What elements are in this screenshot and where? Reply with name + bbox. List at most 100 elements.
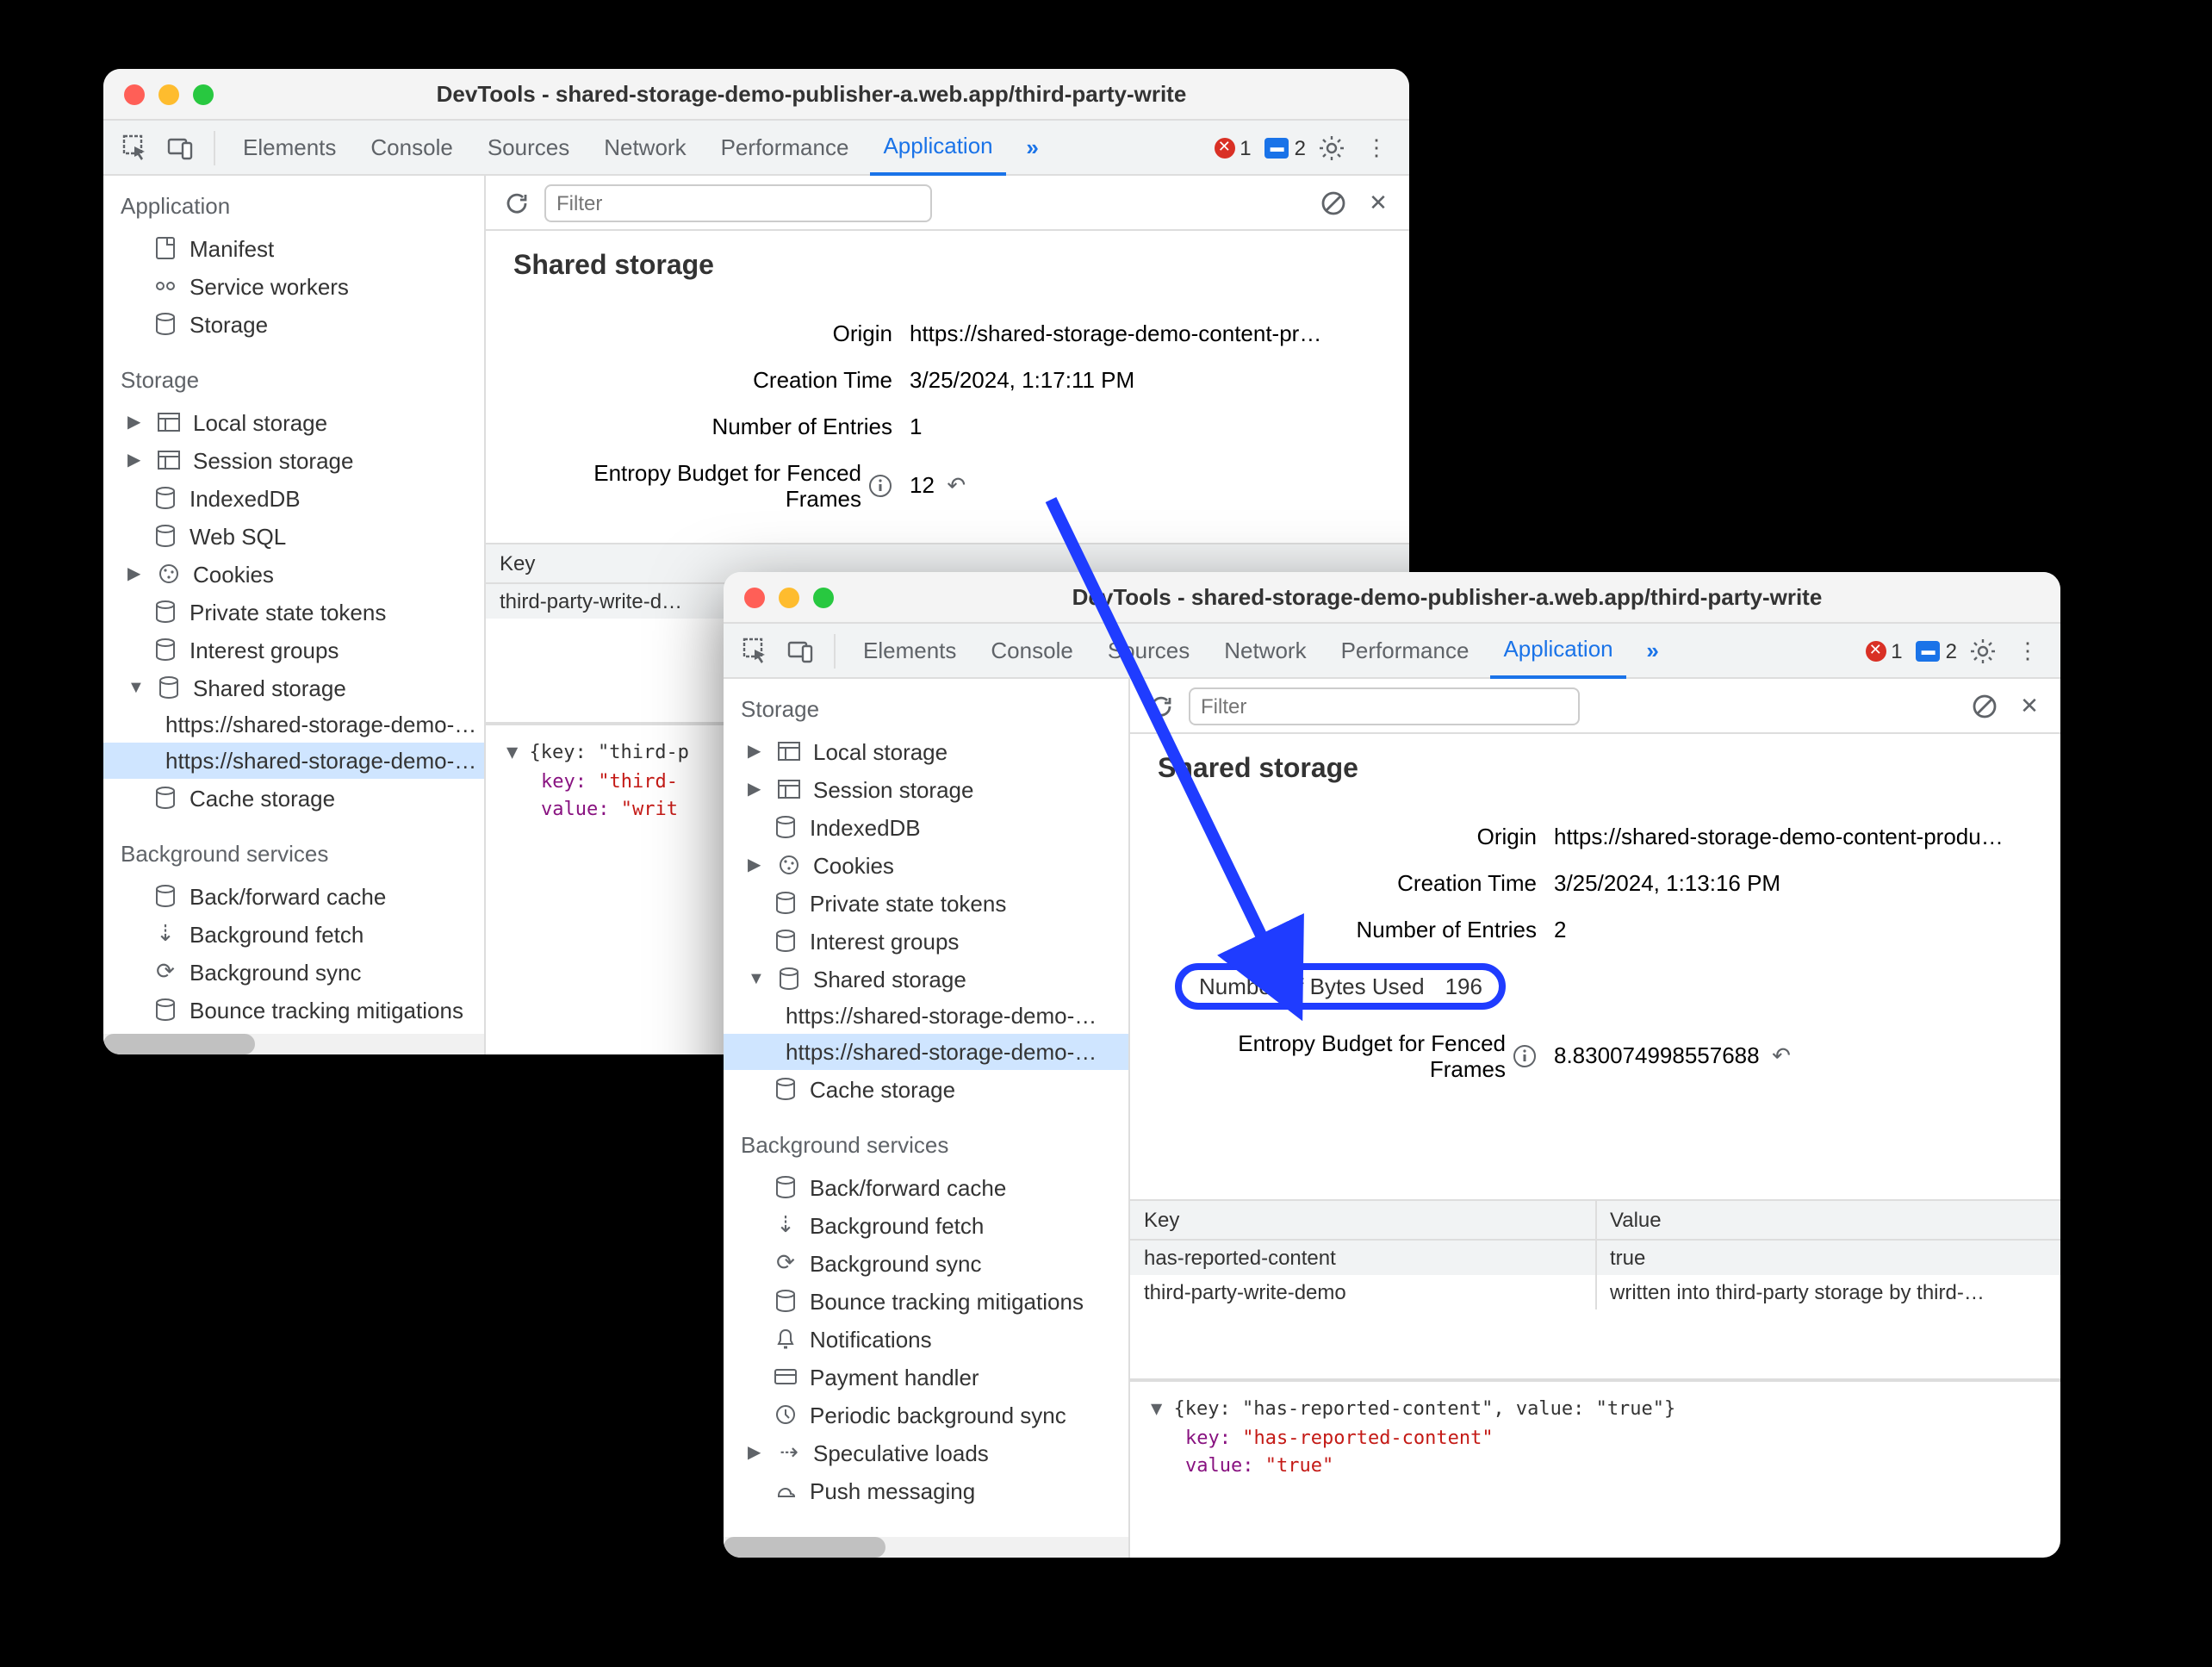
label-origin: Origin [1158, 824, 1537, 849]
sidebar-item-payment-handler[interactable]: Payment handler [724, 1358, 1128, 1396]
gear-icon[interactable] [1313, 128, 1351, 166]
table-row[interactable]: has-reported-contenttrue [1130, 1241, 2060, 1275]
tab-application[interactable]: Application [869, 120, 1006, 175]
message-badge[interactable]: ▬2 [1265, 135, 1306, 159]
info-icon[interactable] [1513, 1044, 1537, 1068]
sidebar-item-indexeddb[interactable]: IndexedDB [724, 808, 1128, 846]
close-button[interactable] [124, 84, 145, 104]
section-background-services: Background services [724, 1122, 1128, 1168]
sidebar-item-private-state-tokens[interactable]: Private state tokens [103, 593, 484, 631]
sidebar-item-bounce-tracking[interactable]: Bounce tracking mitigations [103, 991, 484, 1029]
message-badge[interactable]: ▬2 [1917, 638, 1957, 662]
gear-icon[interactable] [1964, 631, 2002, 669]
sidebar-item-shared-storage[interactable]: ▼Shared storage [724, 960, 1128, 998]
device-icon[interactable] [162, 128, 200, 166]
sidebar-item-local-storage[interactable]: ▶Local storage [103, 403, 484, 441]
devtools-window-b: DevTools - shared-storage-demo-publisher… [724, 572, 2060, 1558]
device-icon[interactable] [782, 631, 820, 669]
console-preview: ▼ ▼ {key: "has-reported-content", value:… [1130, 1380, 2060, 1495]
table-row[interactable]: third-party-write-demowritten into third… [1130, 1275, 2060, 1309]
value-creation: 3/25/2024, 1:17:11 PM [910, 367, 1382, 393]
sidebar-item-cookies[interactable]: ▶Cookies [724, 846, 1128, 884]
value-entries: 2 [1554, 917, 2033, 942]
sidebar-item-websql[interactable]: Web SQL [103, 517, 484, 555]
tab-console[interactable]: Console [357, 120, 466, 175]
col-value[interactable]: Value [1596, 1201, 2060, 1239]
error-badge[interactable]: ✕1 [1214, 135, 1251, 159]
sidebar-item-cache-storage[interactable]: Cache storage [724, 1070, 1128, 1108]
sidebar-item-back-forward-cache[interactable]: Back/forward cache [724, 1168, 1128, 1206]
sidebar-item-background-fetch[interactable]: ⇣Background fetch [724, 1206, 1128, 1244]
error-badge[interactable]: ✕1 [1865, 638, 1902, 662]
tab-elements[interactable]: Elements [229, 120, 350, 175]
label-bytes: Number of Bytes Used [1199, 973, 1425, 999]
undo-icon[interactable]: ↶ [947, 472, 966, 498]
scrollbar[interactable] [103, 1034, 484, 1054]
sidebar-item-cache-storage[interactable]: Cache storage [103, 779, 484, 817]
filter-input[interactable] [544, 183, 932, 221]
sidebar-item-background-sync[interactable]: ⟳Background sync [103, 953, 484, 991]
tab-performance[interactable]: Performance [707, 120, 863, 175]
sidebar-item-shared-origin-0[interactable]: https://shared-storage-demo-… [724, 998, 1128, 1034]
sidebar-item-bounce-tracking[interactable]: Bounce tracking mitigations [724, 1282, 1128, 1320]
titlebar: DevTools - shared-storage-demo-publisher… [724, 572, 2060, 624]
sidebar-item-speculative-loads[interactable]: ▶⇢Speculative loads [724, 1434, 1128, 1471]
sidebar-item-cookies[interactable]: ▶Cookies [103, 555, 484, 593]
sidebar-item-push-messaging[interactable]: Push messaging [724, 1471, 1128, 1509]
clear-icon[interactable] [1967, 688, 2002, 723]
more-tabs-icon[interactable]: » [1634, 631, 1672, 669]
undo-icon[interactable]: ↶ [1772, 1042, 1791, 1068]
tab-performance[interactable]: Performance [1327, 623, 1483, 678]
more-tabs-icon[interactable]: » [1014, 128, 1052, 166]
sidebar-item-storage[interactable]: Storage [103, 305, 484, 343]
sidebar-item-interest-groups[interactable]: Interest groups [103, 631, 484, 669]
clear-icon[interactable] [1316, 185, 1351, 220]
sidebar-item-session-storage[interactable]: ▶Session storage [103, 441, 484, 479]
zoom-button[interactable] [193, 84, 214, 104]
refresh-icon[interactable] [500, 185, 534, 220]
sidebar-item-periodic-sync[interactable]: Periodic background sync [724, 1396, 1128, 1434]
tab-application[interactable]: Application [1489, 623, 1626, 678]
sidebar-item-local-storage[interactable]: ▶Local storage [724, 732, 1128, 770]
minimize-button[interactable] [779, 587, 799, 607]
sidebar-item-private-state-tokens[interactable]: Private state tokens [724, 884, 1128, 922]
sidebar-item-indexeddb[interactable]: IndexedDB [103, 479, 484, 517]
sidebar-item-notifications[interactable]: Notifications [724, 1320, 1128, 1358]
close-button[interactable] [744, 587, 765, 607]
filter-input[interactable] [1189, 687, 1580, 725]
minimize-button[interactable] [158, 84, 179, 104]
sidebar-item-service-workers[interactable]: Service workers [103, 267, 484, 305]
window-title: DevTools - shared-storage-demo-publisher… [854, 584, 2040, 610]
tab-sources[interactable]: Sources [1094, 623, 1203, 678]
value-budget: 12 ↶ [910, 472, 1382, 500]
sidebar-item-shared-origin-0[interactable]: https://shared-storage-demo-… [103, 706, 484, 743]
sidebar-item-interest-groups[interactable]: Interest groups [724, 922, 1128, 960]
scrollbar[interactable] [724, 1537, 1128, 1558]
close-icon[interactable]: ✕ [2012, 688, 2047, 723]
titlebar: DevTools - shared-storage-demo-publisher… [103, 69, 1409, 121]
tab-network[interactable]: Network [1210, 623, 1320, 678]
tab-sources[interactable]: Sources [474, 120, 583, 175]
tabbar: Elements Console Sources Network Perform… [103, 121, 1409, 176]
info-icon[interactable] [868, 474, 892, 498]
zoom-button[interactable] [813, 587, 834, 607]
sidebar-item-shared-storage[interactable]: ▼Shared storage [103, 669, 484, 706]
sidebar-item-shared-origin-1[interactable]: https://shared-storage-demo-… [724, 1034, 1128, 1070]
sidebar-item-shared-origin-1[interactable]: https://shared-storage-demo-… [103, 743, 484, 779]
refresh-icon[interactable] [1144, 688, 1178, 723]
sidebar-item-background-sync[interactable]: ⟳Background sync [724, 1244, 1128, 1282]
sidebar-item-back-forward-cache[interactable]: Back/forward cache [103, 877, 484, 915]
inspect-icon[interactable] [117, 128, 155, 166]
kebab-icon[interactable]: ⋮ [1358, 128, 1395, 166]
tab-network[interactable]: Network [590, 120, 699, 175]
sidebar-item-session-storage[interactable]: ▶Session storage [724, 770, 1128, 808]
close-icon[interactable]: ✕ [1361, 185, 1395, 220]
inspect-icon[interactable] [737, 631, 775, 669]
kebab-icon[interactable]: ⋮ [2009, 631, 2047, 669]
col-key[interactable]: Key [1130, 1201, 1596, 1239]
sidebar-item-background-fetch[interactable]: ⇣Background fetch [103, 915, 484, 953]
tab-console[interactable]: Console [977, 623, 1086, 678]
sidebar-item-manifest[interactable]: Manifest [103, 229, 484, 267]
label-creation: Creation Time [1158, 870, 1537, 896]
tab-elements[interactable]: Elements [849, 623, 970, 678]
